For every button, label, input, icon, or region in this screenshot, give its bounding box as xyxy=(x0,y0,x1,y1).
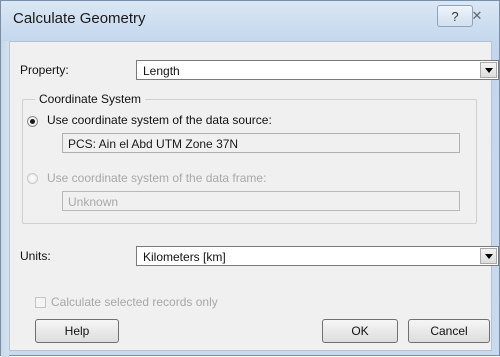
cancel-button[interactable]: Cancel xyxy=(408,319,490,343)
data-frame-coordinate-value: Unknown xyxy=(68,195,119,209)
title-bar[interactable]: Calculate Geometry ? ✕ xyxy=(1,1,499,41)
chevron-down-icon[interactable] xyxy=(480,62,497,78)
data-source-radio[interactable] xyxy=(27,116,38,127)
ok-button[interactable]: OK xyxy=(322,319,398,343)
cancel-button-label: Cancel xyxy=(430,324,468,338)
help-button[interactable]: Help xyxy=(35,319,119,343)
coordinate-system-title: Coordinate System xyxy=(35,92,146,106)
calculate-geometry-dialog: Calculate Geometry ? ✕ Property: Length … xyxy=(0,0,500,357)
radio-selected-dot xyxy=(30,119,35,124)
data-frame-radio[interactable] xyxy=(27,173,38,184)
property-dropdown-value: Length xyxy=(143,64,180,78)
units-label: Units: xyxy=(20,249,51,263)
units-dropdown-value: Kilometers [km] xyxy=(143,250,226,264)
question-mark-icon: ? xyxy=(451,8,459,24)
help-button-label: Help xyxy=(64,324,90,338)
selected-records-label[interactable]: Calculate selected records only xyxy=(51,295,218,309)
property-dropdown[interactable]: Length xyxy=(136,60,499,80)
data-source-coordinate-value: PCS: Ain el Abd UTM Zone 37N xyxy=(68,137,239,151)
close-icon: ✕ xyxy=(471,8,483,23)
data-source-coordinate-field: PCS: Ain el Abd UTM Zone 37N xyxy=(62,133,460,153)
units-dropdown[interactable]: Kilometers [km] xyxy=(136,246,499,266)
dialog-title: Calculate Geometry xyxy=(13,10,146,27)
close-title-button[interactable]: ✕ xyxy=(459,5,495,27)
window-frame-edge xyxy=(1,41,9,357)
data-frame-coordinate-field: Unknown xyxy=(62,191,460,211)
selected-records-checkbox[interactable] xyxy=(35,297,46,308)
ok-button-label: OK xyxy=(351,324,369,338)
property-label: Property: xyxy=(20,63,69,77)
chevron-down-icon[interactable] xyxy=(480,248,497,264)
data-source-radio-label[interactable]: Use coordinate system of the data source… xyxy=(47,113,272,127)
data-frame-radio-label[interactable]: Use coordinate system of the data frame: xyxy=(47,171,266,185)
